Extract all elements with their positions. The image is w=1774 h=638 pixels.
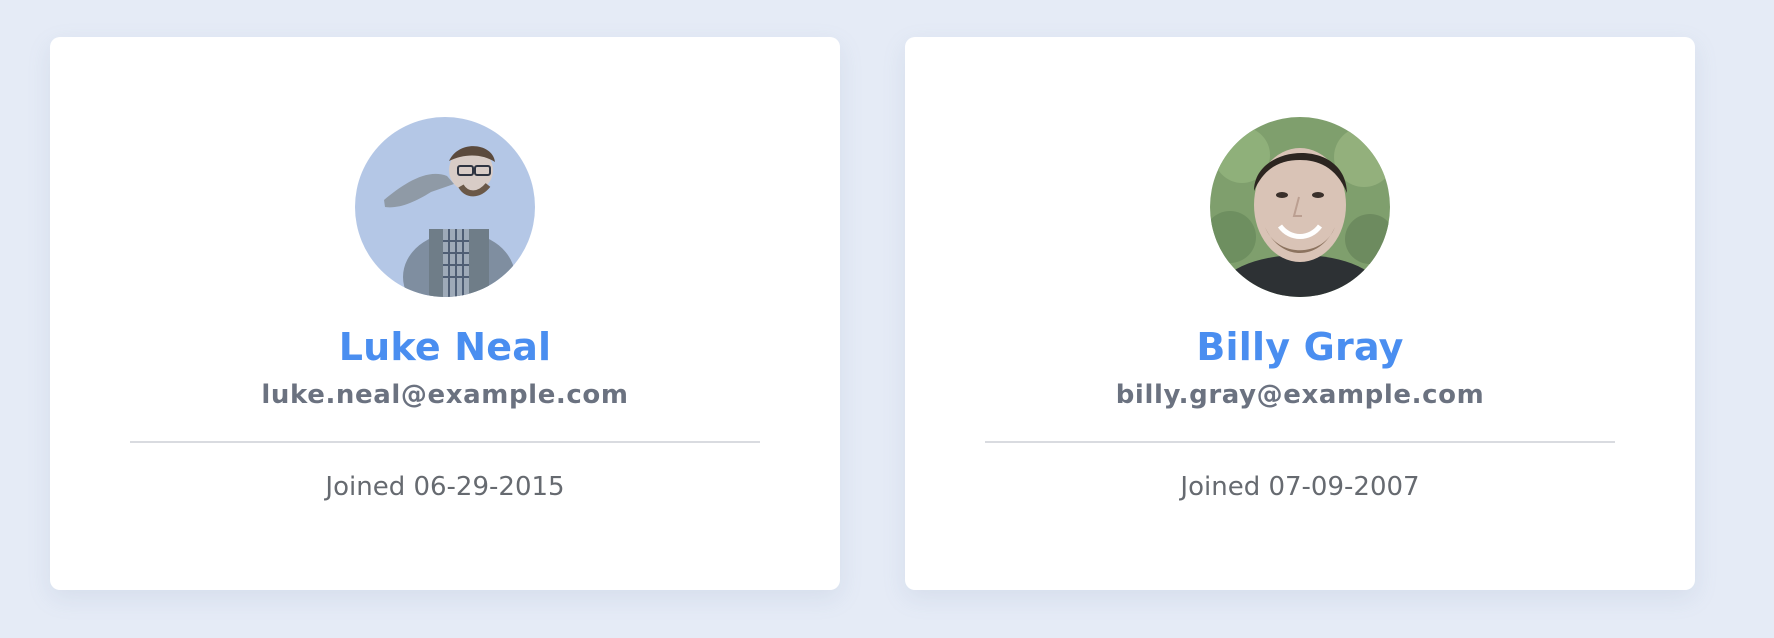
user-name: Billy Gray	[1196, 325, 1404, 369]
joined-date: Joined 06-29-2015	[325, 472, 565, 502]
joined-date: Joined 07-09-2007	[1180, 472, 1420, 502]
avatar	[355, 117, 535, 297]
user-photo-icon	[355, 117, 535, 297]
user-email: luke.neal@example.com	[261, 380, 629, 410]
user-photo-icon	[1210, 117, 1390, 297]
user-email: billy.gray@example.com	[1115, 380, 1485, 410]
profile-card[interactable]: Billy Gray billy.gray@example.com Joined…	[905, 37, 1695, 590]
user-name: Luke Neal	[338, 325, 552, 369]
card-divider	[985, 441, 1615, 443]
avatar	[1210, 117, 1390, 297]
profile-card[interactable]: Luke Neal luke.neal@example.com Joined 0…	[50, 37, 840, 590]
profile-cards: Luke Neal luke.neal@example.com Joined 0…	[50, 37, 1695, 590]
card-divider	[130, 441, 760, 443]
